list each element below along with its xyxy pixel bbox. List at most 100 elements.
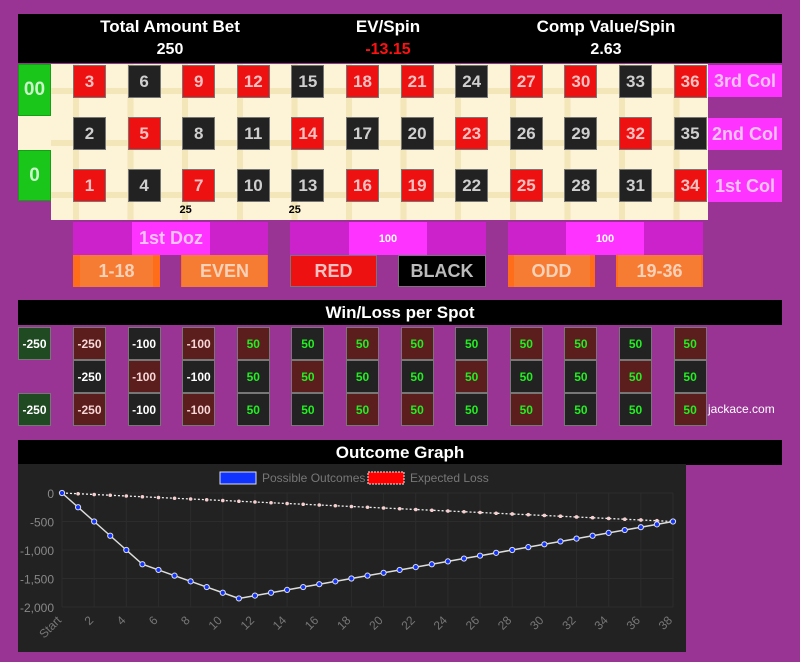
- x-tick-label: 16: [302, 613, 322, 633]
- bet-label: 19-36: [618, 255, 701, 287]
- possible-outcomes-point: [605, 529, 612, 537]
- number-cell[interactable]: 4: [127, 169, 161, 202]
- bet-odd[interactable]: ODD: [508, 255, 595, 287]
- possible-outcomes-point: [525, 544, 532, 551]
- column-bet-3rd[interactable]: 3rd Col: [708, 65, 782, 97]
- number-cell[interactable]: 16: [346, 169, 379, 202]
- number-cell[interactable]: 17: [346, 117, 379, 150]
- number-cell[interactable]: 34: [673, 169, 707, 202]
- expected-loss-point: [269, 500, 273, 505]
- number-cell[interactable]: 6: [127, 65, 161, 98]
- possible-outcomes-point: [203, 583, 210, 591]
- possible-outcomes-point: [541, 541, 548, 548]
- winloss-cell: 50: [291, 360, 325, 393]
- dozen-bet-3rd[interactable]: 100: [508, 222, 703, 255]
- legend-swatch-possible-outcomes: [219, 471, 257, 485]
- number-cell[interactable]: 3: [73, 65, 106, 98]
- winloss-cell: 50: [236, 393, 270, 426]
- number-cell[interactable]: 15: [291, 65, 325, 98]
- number-cell[interactable]: 25: [509, 169, 543, 202]
- number-cell[interactable]: 35: [673, 117, 707, 150]
- total-bet-label: Total Amount Bet: [100, 17, 240, 36]
- possible-outcomes-point: [396, 566, 403, 574]
- number-cell[interactable]: 24: [455, 65, 489, 98]
- expected-loss-point: [381, 506, 386, 510]
- x-tick-label: 2: [82, 613, 97, 628]
- number-cell[interactable]: 2: [73, 117, 106, 150]
- bet-spot-0[interactable]: 0: [18, 150, 51, 201]
- bet-19-36[interactable]: 19-36: [616, 255, 703, 287]
- number-cell[interactable]: 28: [564, 169, 598, 202]
- possible-outcomes-point: [300, 583, 307, 591]
- number-cell[interactable]: 21: [400, 65, 434, 98]
- winloss-cell-0: -250: [18, 393, 51, 426]
- dozen-bet-2nd[interactable]: 100: [290, 222, 486, 255]
- bet-black[interactable]: BLACK: [398, 255, 486, 287]
- number-cell[interactable]: 32: [619, 117, 652, 150]
- y-tick-label: 0: [47, 487, 54, 501]
- possible-outcomes-point: [74, 504, 82, 511]
- number-cell[interactable]: 19: [400, 169, 434, 202]
- winloss-cell: 50: [619, 360, 652, 393]
- expected-loss-point: [220, 498, 225, 503]
- number-cell[interactable]: 20: [400, 117, 434, 150]
- winloss-cell: -100: [182, 327, 216, 360]
- number-cell[interactable]: 33: [619, 65, 652, 98]
- bet-1-18[interactable]: 1-18: [73, 255, 160, 287]
- number-cell[interactable]: 10: [236, 169, 270, 202]
- number-cell[interactable]: 23: [455, 117, 489, 150]
- column-bet-1st[interactable]: 1st Col: [708, 170, 782, 202]
- number-cell[interactable]: 29: [564, 117, 598, 150]
- x-tick-label: 4: [114, 613, 129, 628]
- winloss-cell: 50: [619, 393, 652, 426]
- bet-spot-00[interactable]: 00: [18, 64, 51, 116]
- number-cell[interactable]: 7: [182, 169, 216, 202]
- possible-outcomes-point: [380, 569, 387, 576]
- number-cell[interactable]: 12: [236, 65, 270, 98]
- number-cell[interactable]: 1: [73, 169, 106, 202]
- number-cell[interactable]: 27: [509, 65, 543, 98]
- expected-loss-point: [446, 509, 450, 513]
- number-cell[interactable]: 26: [509, 117, 543, 150]
- expected-loss-point: [92, 492, 96, 497]
- winloss-cell-00: -250: [18, 327, 51, 360]
- number-cell[interactable]: 30: [564, 65, 598, 98]
- number-cell[interactable]: 14: [291, 117, 325, 150]
- expected-loss-point: [349, 504, 354, 509]
- number-cell[interactable]: 18: [346, 65, 379, 98]
- winloss-cell: -250: [73, 360, 106, 393]
- number-cell[interactable]: 36: [673, 65, 707, 98]
- expected-loss-point: [510, 512, 515, 516]
- chart-title: Outcome Graph: [18, 440, 782, 465]
- number-cell[interactable]: 22: [455, 169, 489, 202]
- number-cell[interactable]: 13: [291, 169, 325, 202]
- possible-outcomes-point: [476, 552, 484, 559]
- x-tick-label: 38: [656, 613, 676, 633]
- winloss-cell: 50: [673, 360, 707, 393]
- possible-outcomes-point: [364, 572, 371, 579]
- legend-swatch-expected-loss: [367, 471, 405, 485]
- possible-outcomes-point: [493, 549, 500, 556]
- possible-outcomes-point: [637, 524, 644, 531]
- winloss-cell: 50: [346, 327, 379, 360]
- winloss-cell: 50: [400, 360, 434, 393]
- number-cell[interactable]: 11: [236, 117, 270, 150]
- column-bet-2nd[interactable]: 2nd Col: [708, 118, 782, 150]
- chip-amount: 25: [288, 204, 301, 216]
- zero-gap: [18, 116, 51, 150]
- total-bet-value: 250: [156, 41, 184, 58]
- dozen-bet-1st[interactable]: 1st Doz: [73, 222, 268, 255]
- winloss-cell: 50: [400, 393, 434, 426]
- winloss-cell: 50: [346, 393, 379, 426]
- expected-loss-point: [253, 500, 257, 504]
- winloss-cell: 50: [509, 393, 543, 426]
- bet-even[interactable]: EVEN: [181, 255, 268, 287]
- number-cell[interactable]: 9: [182, 65, 216, 98]
- number-cell[interactable]: 5: [127, 117, 161, 150]
- number-cell[interactable]: 8: [182, 117, 216, 150]
- number-cell[interactable]: 31: [619, 169, 652, 202]
- bet-red[interactable]: RED: [290, 255, 377, 287]
- comp-label: Comp Value/Spin: [536, 17, 676, 36]
- y-tick-label: -500: [30, 516, 54, 530]
- brand-text[interactable]: jackace.com: [708, 402, 775, 416]
